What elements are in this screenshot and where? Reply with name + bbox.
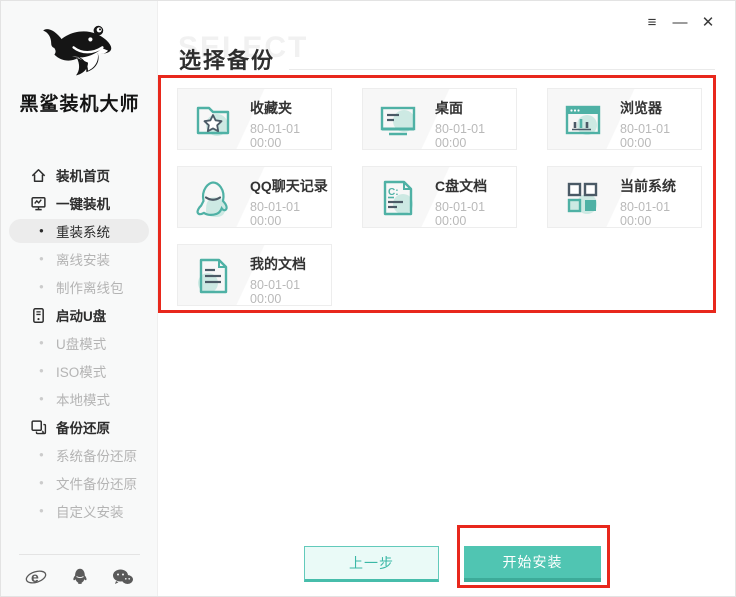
sidebar-item-file-backup-restore[interactable]: ● 文件备份还原 — [1, 469, 158, 497]
bullet-icon: ● — [39, 282, 44, 291]
favorites-folder-icon — [196, 106, 230, 136]
sidebar-item-one-click-install[interactable]: 一键装机 — [1, 189, 158, 217]
card-title: C盘文档 — [435, 178, 488, 194]
sidebar-item-iso-mode[interactable]: ● ISO模式 — [1, 357, 158, 385]
c-drive-document-icon: C: — [383, 180, 413, 216]
card-date: 80-01-01 00:00 — [250, 122, 301, 150]
sidebar-item-label: 启动U盘 — [56, 309, 107, 324]
wechat-icon[interactable] — [112, 567, 134, 587]
ie-browser-icon[interactable]: e — [25, 567, 47, 587]
bullet-icon: ● — [39, 506, 44, 515]
sidebar-item-label: 装机首页 — [56, 169, 110, 184]
sidebar-item-label: 制作离线包 — [56, 281, 124, 296]
start-install-button[interactable]: 开始安装 — [464, 546, 601, 582]
sidebar-item-label: 离线安装 — [56, 253, 110, 268]
bullet-icon: ● — [39, 450, 44, 459]
backup-restore-icon — [31, 419, 47, 434]
backup-card-desktop[interactable]: 桌面 80-01-01 00:00 — [362, 88, 517, 150]
window-menu-icon[interactable]: ≡ — [641, 11, 663, 33]
qq-penguin-icon — [196, 181, 228, 217]
my-documents-icon — [198, 258, 228, 294]
desktop-icon — [380, 106, 416, 136]
sidebar-item-local-mode[interactable]: ● 本地模式 — [1, 385, 158, 413]
monitor-icon — [31, 196, 46, 210]
page-title: 选择备份 — [179, 48, 276, 73]
card-title: QQ聊天记录 — [250, 178, 328, 194]
backup-card-current-system[interactable]: 当前系统 80-01-01 00:00 — [547, 166, 702, 228]
backup-card-browser[interactable]: 浏览器 80-01-01 00:00 — [547, 88, 702, 150]
sidebar-item-custom-install[interactable]: ● 自定义安装 — [1, 497, 158, 525]
sidebar-item-label: 自定义安装 — [56, 505, 124, 520]
bullet-icon: ● — [39, 338, 44, 347]
sidebar-item-make-offline-package[interactable]: ● 制作离线包 — [1, 273, 158, 301]
sidebar-item-label: 备份还原 — [56, 421, 110, 436]
sidebar-item-label: 本地模式 — [56, 393, 110, 408]
bullet-icon: ● — [39, 366, 44, 375]
card-date: 80-01-01 00:00 — [620, 200, 671, 228]
sidebar-item-label: 文件备份还原 — [56, 477, 137, 492]
sidebar-item-offline-install[interactable]: ● 离线安装 — [1, 245, 158, 273]
close-icon[interactable]: ✕ — [697, 11, 719, 33]
card-title: 浏览器 — [620, 100, 662, 116]
sidebar-item-label: 系统备份还原 — [56, 449, 137, 464]
backup-card-favorites[interactable]: 收藏夹 80-01-01 00:00 — [177, 88, 332, 150]
sidebar-item-usb-mode[interactable]: ● U盘模式 — [1, 329, 158, 357]
card-title: 桌面 — [435, 100, 463, 116]
backup-card-qq-history[interactable]: QQ聊天记录 80-01-01 00:00 — [177, 166, 332, 228]
card-title: 当前系统 — [620, 178, 676, 194]
browser-icon — [565, 105, 601, 135]
bullet-icon: ● — [39, 226, 44, 235]
qq-icon[interactable] — [69, 567, 91, 587]
svg-text:C:: C: — [388, 187, 399, 198]
card-date: 80-01-01 00:00 — [435, 122, 486, 150]
window-controls: ≡ — ✕ — [641, 11, 719, 33]
backup-cards-grid: 收藏夹 80-01-01 00:00 桌面 80-01-01 00:00 浏览器… — [177, 88, 703, 306]
sidebar-item-home[interactable]: 装机首页 — [1, 161, 158, 189]
previous-step-button[interactable]: 上一步 — [304, 546, 439, 582]
card-date: 80-01-01 00:00 — [250, 200, 301, 228]
minimize-icon[interactable]: — — [669, 11, 691, 33]
sidebar-footer: e — [1, 564, 158, 590]
sidebar-item-label: 重装系统 — [56, 225, 110, 240]
backup-card-my-documents[interactable]: 我的文档 80-01-01 00:00 — [177, 244, 332, 306]
card-title: 我的文档 — [250, 256, 306, 272]
title-divider — [289, 69, 715, 70]
svg-text:e: e — [31, 569, 39, 585]
sidebar-item-reinstall-system[interactable]: ● 重装系统 — [1, 217, 158, 245]
bullet-icon: ● — [39, 478, 44, 487]
sidebar-item-backup-restore[interactable]: 备份还原 — [1, 413, 158, 441]
sidebar-item-boot-usb[interactable]: 启动U盘 — [1, 301, 158, 329]
sidebar-item-label: U盘模式 — [56, 337, 107, 352]
card-date: 80-01-01 00:00 — [250, 278, 301, 306]
home-icon — [31, 168, 46, 182]
card-date: 80-01-01 00:00 — [435, 200, 486, 228]
bullet-icon: ● — [39, 254, 44, 263]
app-name: 黑鲨装机大师 — [19, 94, 140, 115]
card-date: 80-01-01 00:00 — [620, 122, 671, 150]
usb-drive-icon — [33, 307, 44, 323]
sidebar-item-label: 一键装机 — [56, 197, 110, 212]
shark-logo — [43, 25, 112, 76]
current-system-icon — [567, 182, 598, 214]
sidebar-item-system-backup-restore[interactable]: ● 系统备份还原 — [1, 441, 158, 469]
bullet-icon: ● — [39, 394, 44, 403]
card-title: 收藏夹 — [250, 100, 292, 116]
backup-card-c-drive-docs[interactable]: C: C盘文档 80-01-01 00:00 — [362, 166, 517, 228]
sidebar-item-label: ISO模式 — [56, 365, 107, 380]
sidebar-menu: 装机首页 一键装机 ● 重装系统 ● 离线安装 ● 制作离线包 启动U盘 ● U… — [1, 161, 158, 525]
sidebar-footer-divider — [19, 554, 140, 555]
sidebar: 黑鲨装机大师 装机首页 一键装机 ● 重装系统 ● 离线安装 ● 制作离线包 启… — [1, 1, 158, 596]
app-window: 黑鲨装机大师 装机首页 一键装机 ● 重装系统 ● 离线安装 ● 制作离线包 启… — [0, 0, 736, 597]
